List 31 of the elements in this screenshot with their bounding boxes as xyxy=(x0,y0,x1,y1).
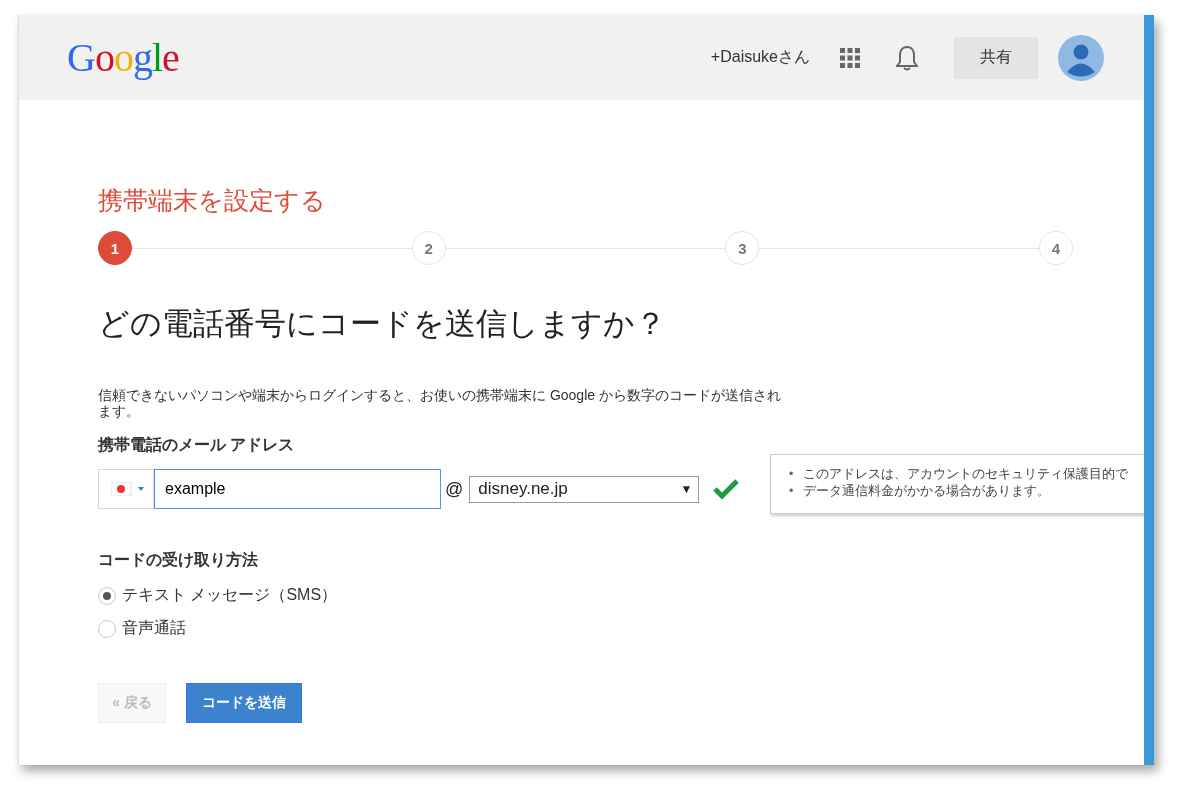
share-button[interactable]: 共有 xyxy=(954,36,1038,79)
email-label: 携帯電話のメール アドレス xyxy=(98,435,296,455)
step-indicator: 3 xyxy=(725,231,760,265)
question-heading: どの電話番号にコードを送信しますか？ xyxy=(98,305,667,343)
method-option[interactable]: テキスト メッセージ（SMS） xyxy=(98,585,1144,606)
domain-select[interactable]: disney.ne.jp ▼ xyxy=(469,475,700,503)
bullet-mark: • xyxy=(789,466,794,483)
option-label: テキスト メッセージ（SMS） xyxy=(122,585,338,605)
google-logo[interactable]: Google xyxy=(67,34,179,81)
radio-button[interactable] xyxy=(98,586,116,605)
japan-flag-icon xyxy=(111,482,147,496)
avatar-icon[interactable] xyxy=(1058,34,1104,81)
radio-button[interactable] xyxy=(98,619,116,638)
at-sign: @ xyxy=(445,478,464,500)
option-label: 音声通話 xyxy=(122,618,186,638)
tooltip-item: データ通信料金がかかる場合があります。 xyxy=(803,483,1051,500)
tooltip-item: このアドレスは、アカウントのセキュリティ保護目的で xyxy=(803,466,1129,483)
step-indicator: 1 xyxy=(98,231,132,265)
step-indicator: 2 xyxy=(411,231,446,265)
country-select[interactable] xyxy=(98,469,154,509)
page-title: 携帯端末を設定する xyxy=(98,185,327,216)
description-text: 信頼できないパソコンや端末からログインすると、お使いの携帯端末に Google から数字のコードが送信されます。 xyxy=(98,387,782,419)
step-indicator: 4 xyxy=(1039,231,1073,265)
email-input-field[interactable]: example xyxy=(154,469,441,509)
apps-grid-icon[interactable] xyxy=(840,47,860,68)
user-link[interactable]: +Daisukeさん xyxy=(710,47,810,68)
send-code-button[interactable]: コードを送信 xyxy=(186,683,302,723)
bullet-mark: • xyxy=(789,483,794,500)
method-label: コードの受け取り方法 xyxy=(98,550,259,570)
bell-icon[interactable] xyxy=(896,44,918,71)
method-option[interactable]: 音声通話 xyxy=(98,618,1144,639)
